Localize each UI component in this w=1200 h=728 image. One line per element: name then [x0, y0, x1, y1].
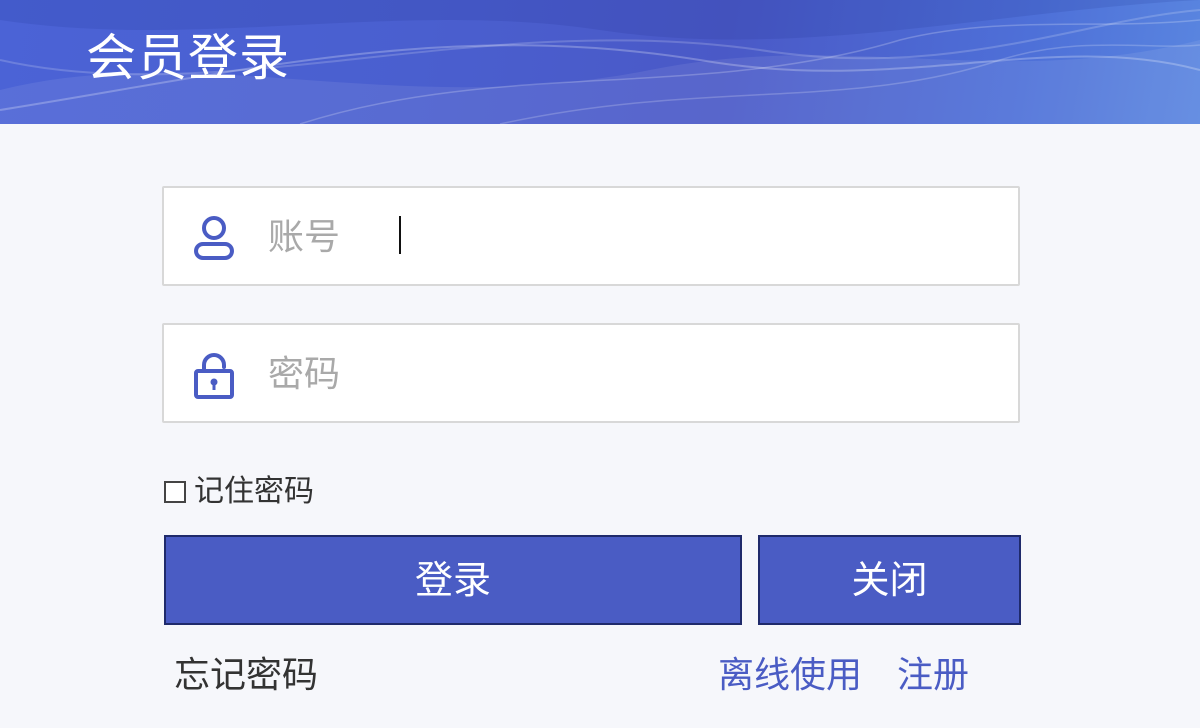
page-title: 会员登录 — [86, 29, 290, 87]
user-icon — [194, 216, 234, 260]
account-input[interactable] — [260, 188, 1000, 284]
password-field[interactable]: 密码 — [162, 323, 1020, 423]
password-input[interactable] — [260, 325, 1000, 421]
remember-label: 记住密码 — [194, 474, 314, 509]
forgot-password-link[interactable]: 忘记密码 — [174, 653, 318, 699]
header-banner: 会员登录 — [0, 0, 1200, 124]
offline-use-link[interactable]: 离线使用 — [718, 653, 862, 699]
remember-checkbox[interactable] — [164, 481, 186, 503]
close-button[interactable]: 关闭 — [758, 535, 1021, 625]
account-field[interactable]: 账号 — [162, 186, 1020, 286]
unlock-icon — [194, 353, 234, 399]
register-link[interactable]: 注册 — [897, 653, 969, 699]
login-dialog: 会员登录 账号 密码 记住密码 登录 关闭 忘记密码 离线使用 注册 — [0, 0, 1200, 728]
remember-password[interactable]: 记住密码 — [164, 474, 314, 510]
login-button[interactable]: 登录 — [164, 535, 742, 625]
